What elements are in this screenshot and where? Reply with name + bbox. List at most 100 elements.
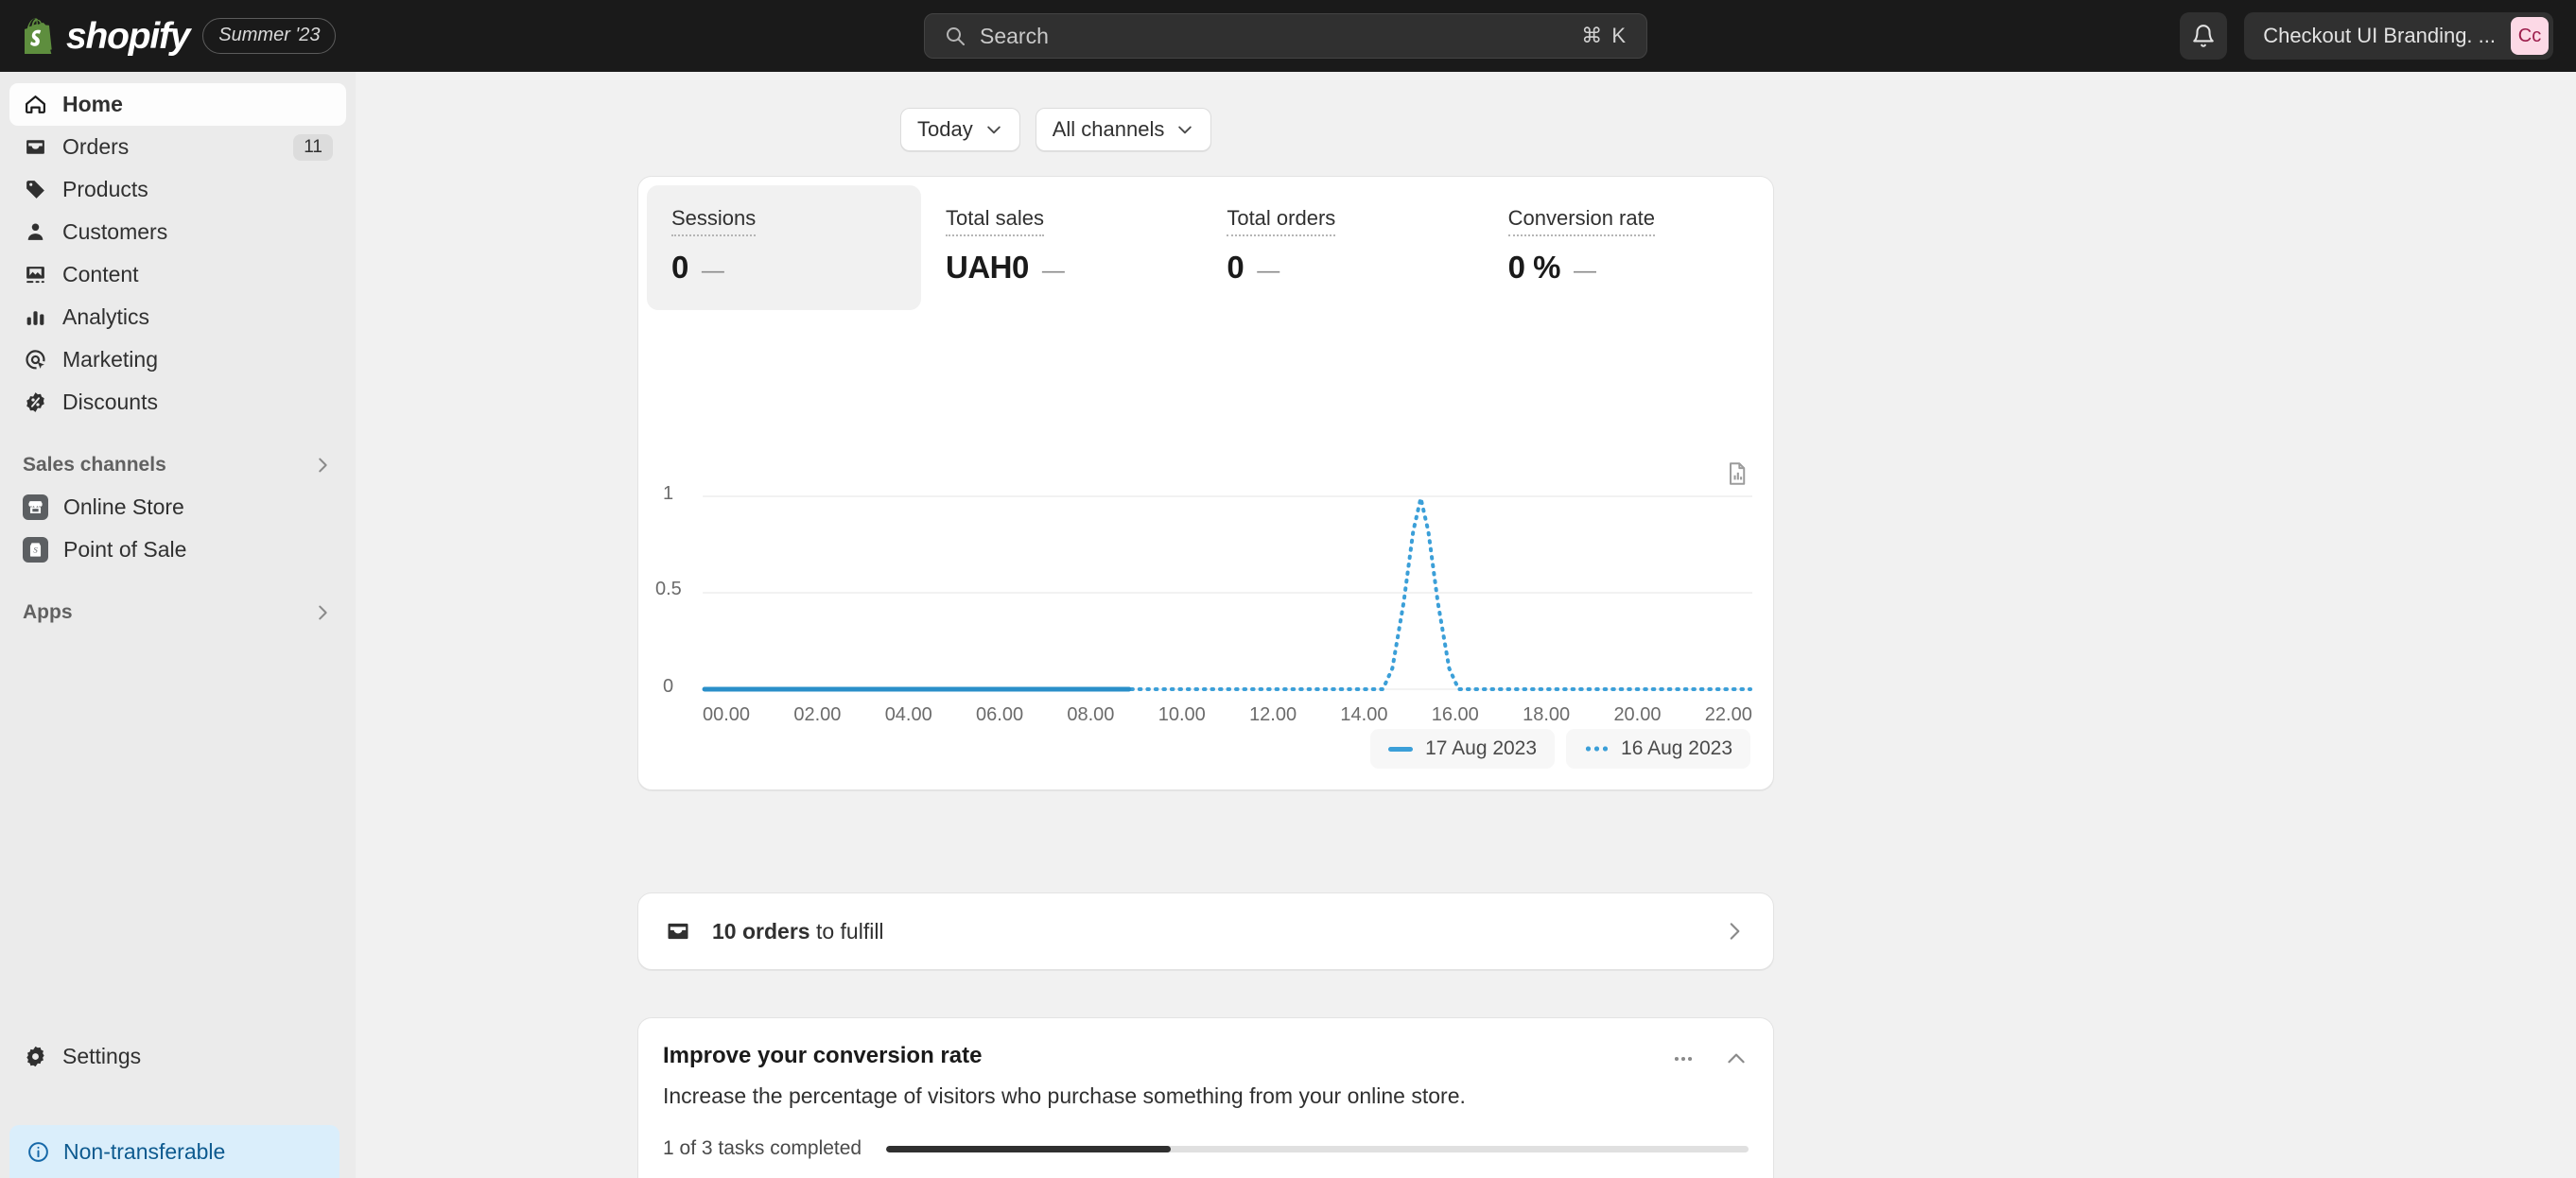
shopify-logo[interactable]: shopify bbox=[25, 18, 190, 55]
metric-delta: — bbox=[1257, 258, 1280, 284]
metric-label: Total sales bbox=[946, 206, 1044, 236]
chevron-right-icon[interactable] bbox=[1722, 919, 1747, 944]
marketing-target-icon bbox=[23, 348, 47, 372]
legend-item-previous[interactable]: 16 Aug 2023 bbox=[1566, 729, 1750, 769]
sidebar-item-home[interactable]: Home bbox=[9, 83, 346, 126]
store-switcher[interactable]: Checkout UI Branding. ... Cc bbox=[2244, 12, 2553, 60]
products-tag-icon bbox=[23, 178, 47, 202]
legend-solid-swatch bbox=[1388, 746, 1414, 752]
orders-badge: 11 bbox=[293, 133, 333, 161]
notifications-button[interactable] bbox=[2180, 12, 2228, 60]
main-content: Today All channels Sessions 0 — Total sa… bbox=[356, 72, 2576, 1178]
search-input[interactable]: Search bbox=[980, 24, 1568, 49]
metric-sessions[interactable]: Sessions 0 — bbox=[647, 185, 921, 310]
x-tick: 16.00 bbox=[1431, 704, 1479, 725]
top-bar: shopify Summer '23 Search ⌘ K Checkout U… bbox=[0, 0, 2576, 72]
filter-label: All channels bbox=[1052, 117, 1165, 141]
storefront-icon bbox=[23, 494, 48, 520]
metric-value: UAH0 bbox=[946, 250, 1029, 285]
sidebar-item-orders[interactable]: Orders 11 bbox=[9, 126, 346, 168]
view-report-button[interactable] bbox=[1724, 460, 1750, 492]
x-tick: 10.00 bbox=[1157, 704, 1206, 725]
sidebar-item-label: Analytics bbox=[62, 304, 150, 329]
search-box[interactable]: Search ⌘ K bbox=[924, 13, 1647, 59]
sidebar-item-products[interactable]: Products bbox=[9, 168, 346, 211]
sidebar-item-analytics[interactable]: Analytics bbox=[9, 296, 346, 338]
chevron-down-icon bbox=[986, 126, 1001, 134]
progress-label: 1 of 3 tasks completed bbox=[663, 1137, 862, 1159]
chart-canvas bbox=[702, 495, 1752, 692]
y-tick-0: 0 bbox=[663, 676, 674, 697]
metric-value: 0 bbox=[1227, 250, 1244, 285]
legend-label: 17 Aug 2023 bbox=[1425, 737, 1538, 759]
ellipsis-horizontal-icon[interactable] bbox=[1671, 1047, 1696, 1071]
sidebar-item-label: Point of Sale bbox=[63, 537, 187, 562]
x-tick: 00.00 bbox=[703, 704, 751, 725]
sidebar-item-content[interactable]: Content bbox=[9, 253, 346, 296]
sidebar-item-label: Online Store bbox=[63, 494, 184, 519]
sidebar-item-settings[interactable]: Settings bbox=[9, 1034, 346, 1078]
analytics-card: Sessions 0 — Total sales UAH0 — Total or… bbox=[637, 176, 1774, 790]
sidebar-item-label: Discounts bbox=[62, 390, 158, 414]
avatar[interactable]: Cc bbox=[2511, 17, 2549, 55]
sidebar-item-point-of-sale[interactable]: S Point of Sale bbox=[9, 528, 346, 571]
series-16-aug-2023 bbox=[703, 497, 1752, 691]
metric-label: Sessions bbox=[671, 206, 757, 236]
shopify-bag-icon bbox=[25, 18, 52, 54]
sidebar-item-customers[interactable]: Customers bbox=[9, 211, 346, 253]
sessions-chart[interactable]: 1 0.5 0 00.00 02.00 04.00 06.00 08.00 10.00 12… bbox=[655, 483, 1752, 735]
orders-to-fulfill-card[interactable]: 10 orders to fulfill bbox=[637, 892, 1774, 970]
x-tick: 20.00 bbox=[1613, 704, 1662, 725]
x-tick: 12.00 bbox=[1249, 704, 1297, 725]
brand[interactable]: shopify Summer '23 bbox=[0, 18, 337, 55]
chevron-up-icon[interactable] bbox=[1724, 1047, 1749, 1071]
sidebar-section-sales-channels[interactable]: Sales channels bbox=[9, 444, 346, 486]
customers-person-icon bbox=[23, 220, 47, 245]
filter-label: Today bbox=[917, 117, 973, 141]
channel-filter[interactable]: All channels bbox=[1035, 108, 1212, 151]
sidebar-item-label: Settings bbox=[62, 1043, 142, 1068]
metric-total-orders[interactable]: Total orders 0 — bbox=[1202, 185, 1483, 310]
season-badge: Summer '23 bbox=[202, 18, 337, 54]
x-tick: 04.00 bbox=[884, 704, 932, 725]
discounts-percent-icon bbox=[23, 390, 47, 415]
metric-value: 0 % bbox=[1507, 250, 1561, 285]
y-tick-0-5: 0.5 bbox=[655, 579, 682, 599]
legend-item-current[interactable]: 17 Aug 2023 bbox=[1370, 729, 1556, 769]
x-tick: 06.00 bbox=[976, 704, 1024, 725]
non-transferable-banner[interactable]: Non-transferable bbox=[9, 1125, 339, 1178]
progress-fill bbox=[886, 1145, 1172, 1152]
metric-total-sales[interactable]: Total sales UAH0 — bbox=[921, 185, 1202, 310]
search-shortcut-hint: ⌘ K bbox=[1581, 24, 1627, 47]
sidebar-section-apps[interactable]: Apps bbox=[9, 592, 346, 633]
date-range-filter[interactable]: Today bbox=[900, 108, 1020, 151]
sidebar-item-label: Orders bbox=[62, 134, 130, 159]
conversion-description: Increase the percentage of visitors who … bbox=[663, 1083, 1466, 1108]
sidebar-item-marketing[interactable]: Marketing bbox=[9, 338, 346, 381]
sidebar-item-online-store[interactable]: Online Store bbox=[9, 486, 346, 528]
global-search[interactable]: Search ⌘ K bbox=[924, 13, 1647, 59]
section-label: Apps bbox=[23, 601, 73, 623]
home-icon bbox=[23, 93, 47, 117]
chevron-right-icon bbox=[319, 605, 327, 620]
sidebar-item-discounts[interactable]: Discounts bbox=[9, 381, 346, 424]
metric-label: Conversion rate bbox=[1507, 206, 1655, 236]
metrics-row: Sessions 0 — Total sales UAH0 — Total or… bbox=[638, 177, 1773, 310]
sidebar-item-label: Content bbox=[62, 262, 139, 286]
metric-label: Total orders bbox=[1227, 206, 1336, 236]
banner-label: Non-transferable bbox=[63, 1138, 226, 1164]
fulfill-count: 10 orders bbox=[712, 918, 810, 944]
legend-label: 16 Aug 2023 bbox=[1621, 737, 1732, 759]
x-tick: 22.00 bbox=[1704, 704, 1752, 725]
x-tick: 18.00 bbox=[1523, 704, 1571, 725]
report-document-icon bbox=[1730, 462, 1746, 485]
content-image-icon bbox=[23, 263, 47, 287]
sidebar-item-label: Customers bbox=[62, 219, 168, 244]
metric-conversion-rate[interactable]: Conversion rate 0 % — bbox=[1484, 185, 1765, 310]
search-icon bbox=[947, 27, 965, 45]
y-tick-1: 1 bbox=[663, 483, 674, 504]
fulfill-text: 10 orders to fulfill bbox=[712, 919, 1701, 944]
improve-conversion-card: Improve your conversion rate Increase th… bbox=[637, 1017, 1774, 1178]
svg-text:S: S bbox=[33, 546, 38, 555]
fulfill-rest: to fulfill bbox=[809, 918, 884, 944]
